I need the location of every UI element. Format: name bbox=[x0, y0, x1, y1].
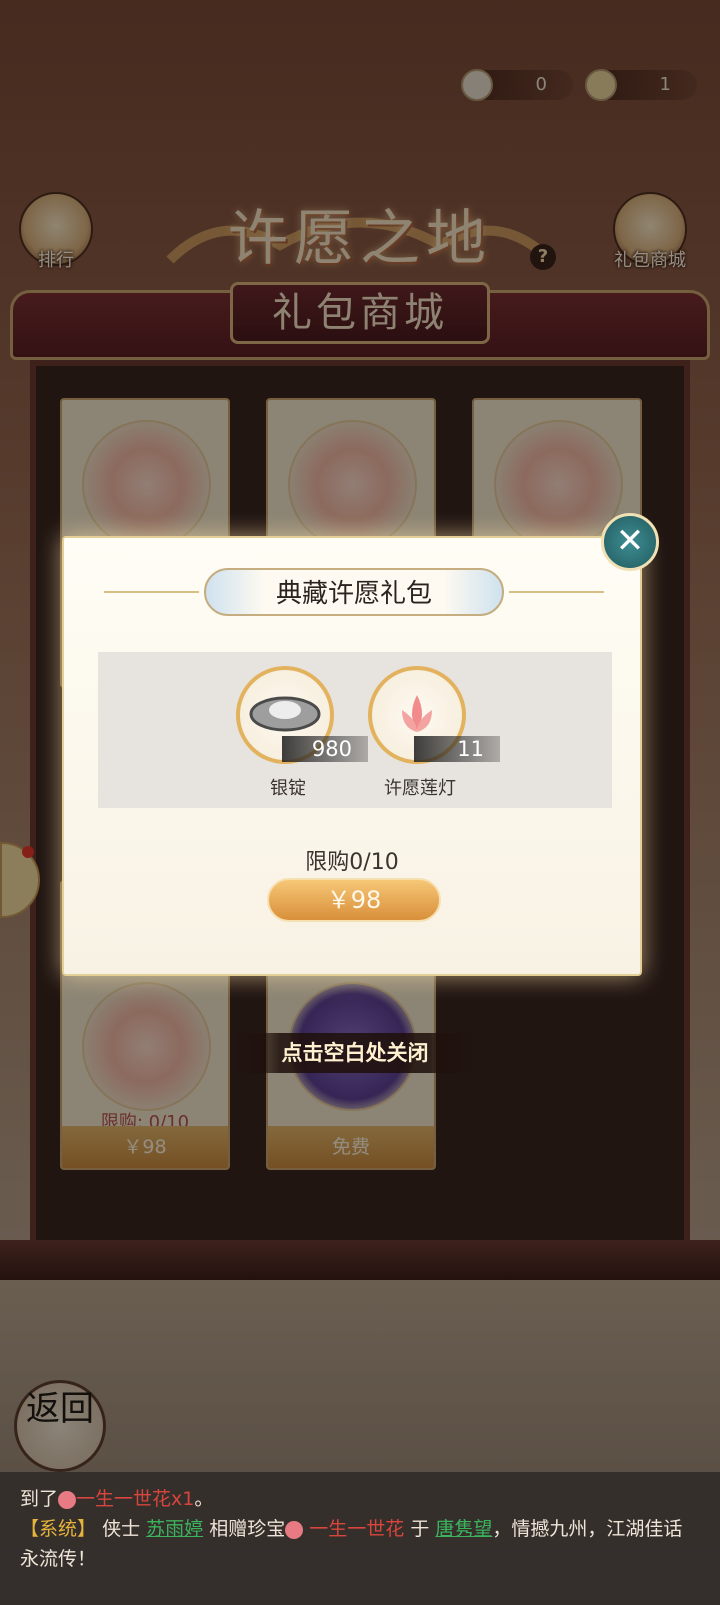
log-line: 到了 一生一世花x1。 bbox=[20, 1484, 700, 1514]
reward-item[interactable]: 980 银锭 bbox=[236, 666, 368, 800]
lotus-lamp-icon bbox=[82, 982, 211, 1111]
player-link[interactable]: 苏雨婷 bbox=[146, 1518, 203, 1540]
system-tag: 【系统】 bbox=[20, 1518, 97, 1540]
card-price[interactable]: ￥98 bbox=[62, 1126, 228, 1168]
reward-panel: 980 银锭 11 许愿莲灯 bbox=[98, 652, 612, 808]
log-text: 相赠珍宝 bbox=[209, 1518, 286, 1540]
gift-shop-label: 礼包商城 bbox=[614, 250, 686, 271]
log-text: 。 bbox=[194, 1488, 214, 1510]
buy-button[interactable]: ￥98 bbox=[267, 878, 441, 922]
currency-lotus: 0 bbox=[461, 69, 573, 101]
title-divider-left bbox=[104, 591, 199, 593]
system-chat-log: 到了 一生一世花x1。 【系统】 侠士 苏雨婷 相赠珍宝 一生一世花 于 唐隽望，… bbox=[0, 1472, 720, 1605]
gift-pack-dialog: 典藏许愿礼包 980 银锭 11 许愿莲灯 限购0/10 ￥98 bbox=[62, 536, 642, 976]
reward-name: 银锭 bbox=[270, 778, 306, 799]
reward-qty: 980 bbox=[282, 736, 368, 762]
purchase-limit: 限购0/10 bbox=[305, 850, 399, 875]
log-text: 于 bbox=[410, 1518, 430, 1540]
title-divider-right bbox=[509, 591, 604, 593]
close-icon[interactable]: ✕ bbox=[601, 513, 659, 571]
reward-name: 许愿莲灯 bbox=[384, 778, 456, 799]
reward-item[interactable]: 11 许愿莲灯 bbox=[368, 666, 500, 800]
notification-dot bbox=[22, 846, 34, 858]
card-price[interactable]: 免费 bbox=[268, 1126, 434, 1168]
dialog-title: 典藏许愿礼包 bbox=[204, 568, 504, 616]
help-icon[interactable]: ? bbox=[530, 244, 556, 270]
lotus-lantern-icon bbox=[461, 69, 493, 101]
gift-shop-button[interactable]: 礼包商城 bbox=[605, 192, 695, 272]
log-line: 【系统】 侠士 苏雨婷 相赠珍宝 一生一世花 于 唐隽望，情撼九州，江湖佳话永流… bbox=[20, 1514, 700, 1574]
log-text: 侠士 bbox=[102, 1518, 141, 1540]
back-button[interactable]: 返回 bbox=[14, 1380, 106, 1472]
shop-title: 礼包商城 bbox=[230, 282, 490, 344]
currency-ginkgo: 1 bbox=[585, 69, 697, 101]
lotus-lamp-icon bbox=[82, 420, 211, 549]
currency-lotus-value: 0 bbox=[535, 74, 547, 95]
lotus-lamp-icon bbox=[288, 420, 417, 549]
ginkgo-leaf-icon bbox=[585, 69, 617, 101]
page-title: 许愿之地 bbox=[228, 204, 492, 274]
reward-qty: 11 bbox=[414, 736, 500, 762]
player-link[interactable]: 唐隽望 bbox=[435, 1518, 492, 1540]
ranking-button[interactable]: 排行 bbox=[18, 192, 94, 272]
flower-icon bbox=[58, 1490, 77, 1509]
log-item: 一生一世花 bbox=[309, 1518, 405, 1540]
currency-ginkgo-value: 1 bbox=[659, 74, 671, 95]
flower-icon bbox=[285, 1520, 304, 1539]
ranking-label: 排行 bbox=[38, 250, 74, 271]
tap-to-close-hint: 点击空白处关闭 bbox=[230, 1033, 480, 1073]
cabinet-base bbox=[0, 1240, 720, 1280]
log-text: 到了 bbox=[20, 1488, 59, 1510]
log-item: 一生一世花x1 bbox=[76, 1488, 195, 1510]
